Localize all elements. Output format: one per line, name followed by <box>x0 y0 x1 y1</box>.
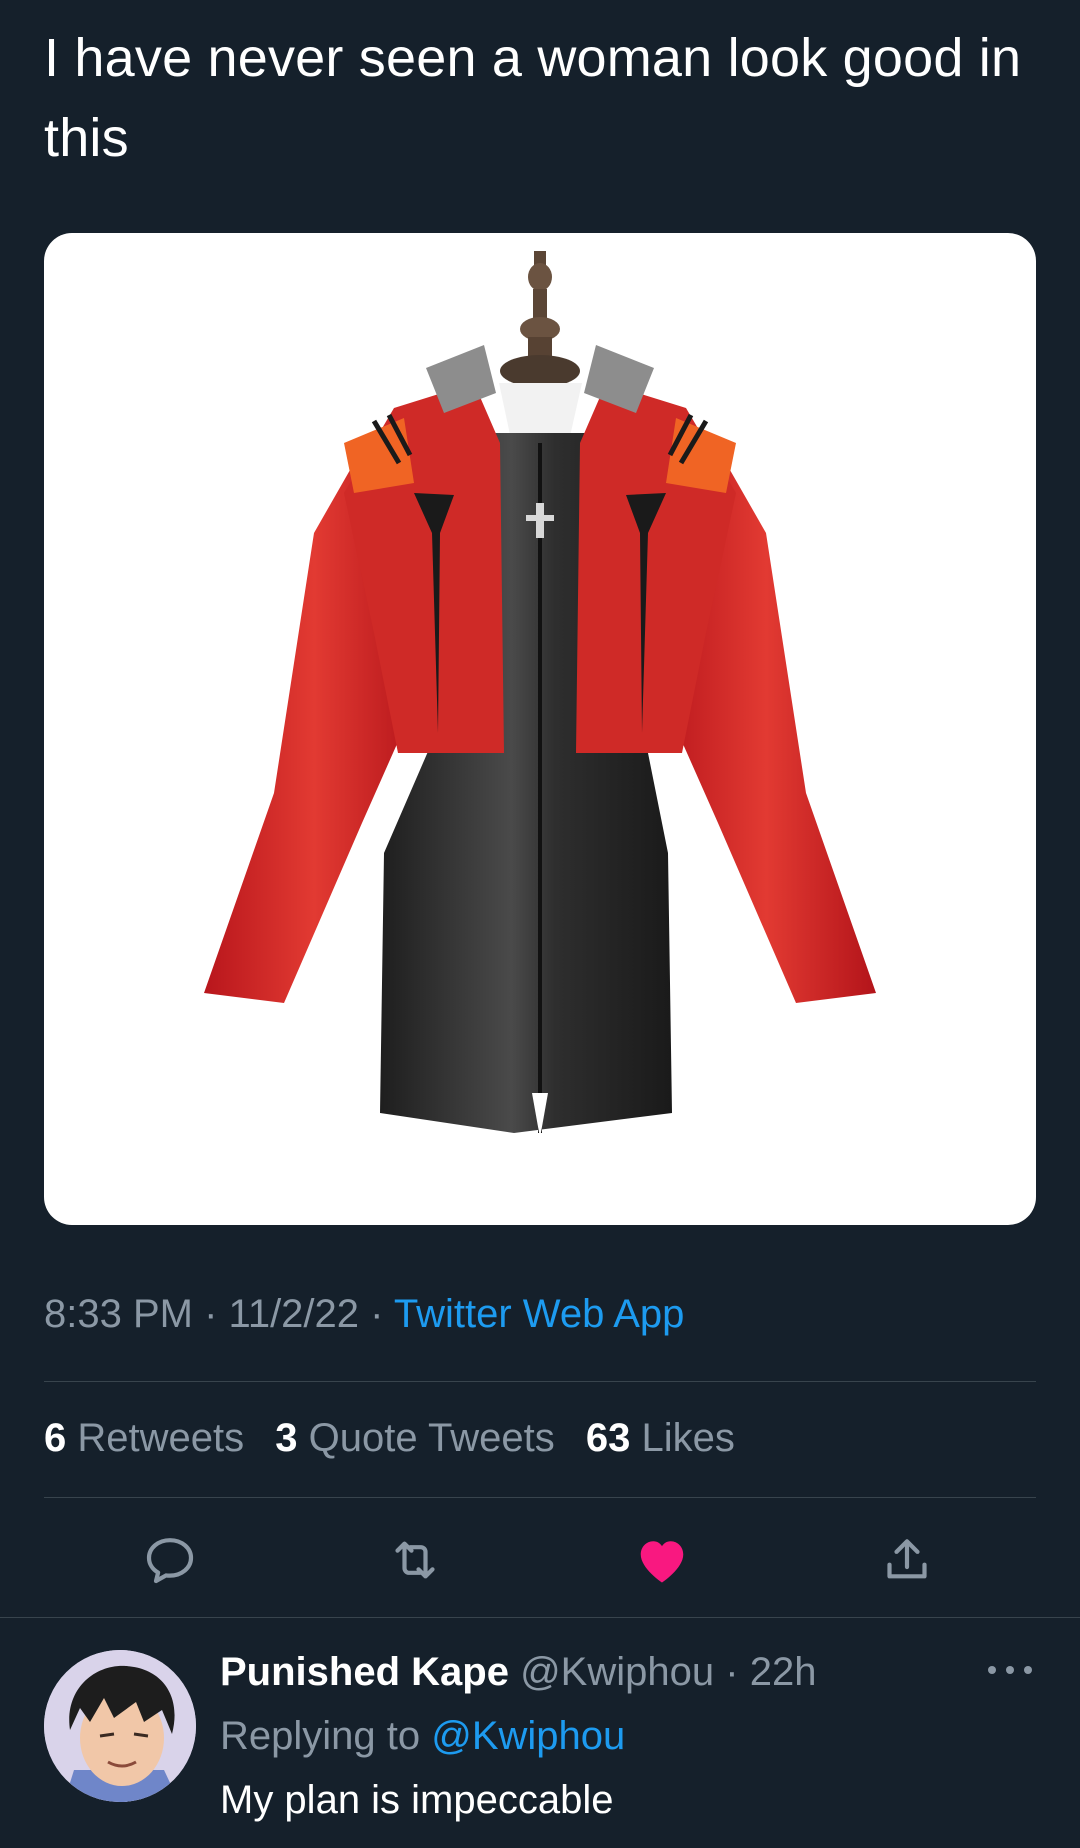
more-options-icon[interactable] <box>988 1660 1032 1680</box>
reply-age[interactable]: 22h <box>750 1650 817 1694</box>
likes-label: Likes <box>641 1416 735 1460</box>
tweet-image[interactable] <box>44 233 1036 1225</box>
retweet-button[interactable] <box>385 1530 445 1590</box>
like-button[interactable] <box>632 1530 692 1590</box>
share-button[interactable] <box>877 1530 937 1590</box>
reply-button[interactable] <box>140 1530 200 1590</box>
reply-handle[interactable]: @Kwiphou <box>520 1650 714 1694</box>
tweet-date[interactable]: 11/2/22 <box>229 1292 360 1336</box>
meta-separator: · <box>204 1292 218 1336</box>
avatar[interactable] <box>44 1650 196 1802</box>
action-bar <box>0 1530 1080 1590</box>
jacket-dress-illustration <box>204 251 876 1138</box>
quote-tweets-count: 3 <box>275 1416 298 1460</box>
divider <box>0 1617 1080 1618</box>
tweet-meta: 8:33 PM · 11/2/22 · Twitter Web App <box>44 1292 684 1337</box>
reply-separator: · <box>725 1650 739 1694</box>
meta-separator: · <box>370 1292 384 1336</box>
tweet-stats: 6 Retweets 3 Quote Tweets 63 Likes <box>44 1416 755 1461</box>
reply-header: Punished Kape @Kwiphou · 22h <box>220 1650 816 1695</box>
retweet-icon <box>395 1541 435 1579</box>
tweet-source-link[interactable]: Twitter Web App <box>394 1292 685 1336</box>
divider <box>44 1497 1036 1498</box>
likes-stat[interactable]: 63 Likes <box>586 1416 735 1460</box>
retweets-stat[interactable]: 6 Retweets <box>44 1416 244 1460</box>
heart-icon <box>640 1541 684 1583</box>
reply-tweet[interactable]: Punished Kape @Kwiphou · 22h Replying to… <box>0 1620 1080 1848</box>
retweets-count: 6 <box>44 1416 67 1460</box>
tweet-time[interactable]: 8:33 PM <box>44 1292 193 1336</box>
share-icon <box>887 1539 927 1579</box>
replying-prefix: Replying to <box>220 1714 421 1758</box>
tweet-text: I have never seen a woman look good in t… <box>44 28 1022 168</box>
quote-tweets-stat[interactable]: 3 Quote Tweets <box>275 1416 554 1460</box>
likes-count: 63 <box>585 1416 631 1460</box>
divider <box>44 1381 1036 1382</box>
replying-mention[interactable]: @Kwiphou <box>431 1714 625 1758</box>
retweets-label: Retweets <box>77 1416 245 1460</box>
quote-tweets-label: Quote Tweets <box>308 1416 555 1460</box>
avatar-image <box>44 1650 196 1802</box>
replying-to: Replying to @Kwiphou <box>220 1714 625 1759</box>
reply-icon <box>146 1538 194 1584</box>
reply-text: My plan is impeccable <box>220 1778 614 1822</box>
reply-display-name[interactable]: Punished Kape <box>220 1650 509 1694</box>
